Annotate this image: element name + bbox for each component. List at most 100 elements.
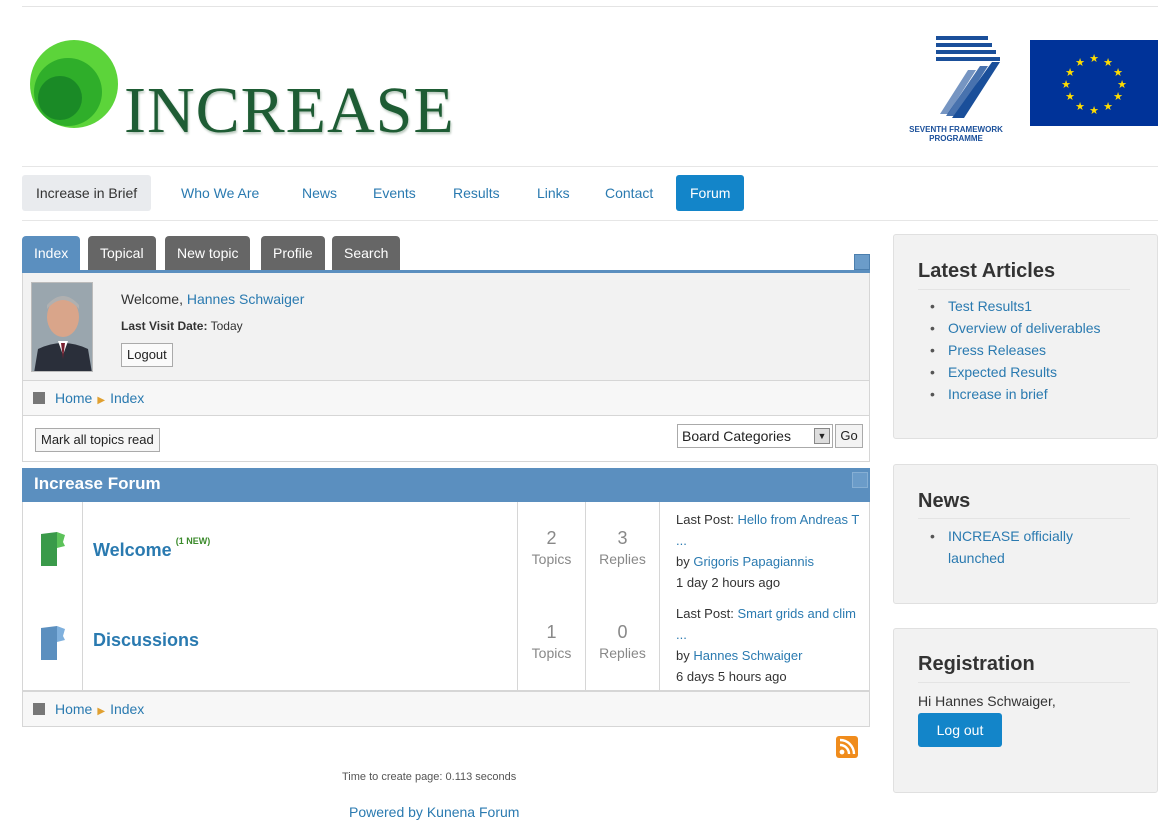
last-visit-value: Today [210, 319, 243, 333]
by-label: by [676, 554, 690, 569]
forum-folder-icon [41, 626, 65, 660]
logout-button[interactable]: Logout [121, 343, 173, 367]
svg-text:★: ★ [1113, 90, 1123, 103]
topics-label: Topics [531, 551, 572, 567]
last-post: Last Post: Hello from Andreas T ... by G… [659, 502, 870, 596]
panel-divider [918, 682, 1130, 683]
article-link[interactable]: Expected Results [930, 361, 1101, 383]
forum-tabs: Index Topical New topic Profile Search [22, 236, 870, 273]
topics-label: Topics [531, 645, 572, 661]
breadcrumb-arrow-icon: ▶ [97, 706, 106, 717]
user-avatar[interactable] [31, 282, 93, 372]
eu-flag-icon: ★ ★ ★ ★ ★ ★ ★ ★ ★ ★ ★ ★ [1030, 40, 1158, 126]
last-post-label: Last Post: [676, 606, 734, 621]
news-title: News [918, 490, 971, 512]
welcome-prefix: Welcome, [121, 291, 183, 307]
latest-articles-panel: Latest Articles Test Results1 Overview o… [893, 234, 1158, 439]
replies-number: 0 [617, 622, 628, 642]
news-link[interactable]: INCREASE officially launched [930, 525, 1130, 569]
category-collapse-icon[interactable] [852, 472, 868, 488]
mark-all-read-button[interactable]: Mark all topics read [35, 428, 160, 452]
tab-new-topic[interactable]: New topic [165, 236, 251, 270]
nav-contact[interactable]: Contact [591, 175, 667, 211]
svg-text:★: ★ [1103, 100, 1113, 113]
forum-new-folder-icon [41, 532, 65, 566]
seventh-framework-icon: SEVENTH FRAMEWORK PROGRAMME [909, 36, 1003, 143]
eu-stars-icon: ★ ★ ★ ★ ★ ★ ★ ★ ★ ★ ★ ★ [1061, 52, 1127, 117]
article-link[interactable]: Press Releases [930, 339, 1101, 361]
last-post-author[interactable]: Hannes Schwaiger [693, 648, 802, 663]
tab-topical[interactable]: Topical [88, 236, 156, 270]
dropdown-arrow-icon[interactable]: ▼ [814, 428, 830, 444]
forum-link-discussions[interactable]: Discussions [93, 630, 199, 650]
nav-increase-in-brief[interactable]: Increase in Brief [22, 175, 152, 211]
nav-links[interactable]: Links [523, 175, 584, 211]
topics-count: 1 Topics [517, 596, 585, 690]
replies-label: Replies [599, 645, 646, 661]
forum-icon-cell [23, 502, 83, 596]
svg-text:★: ★ [1089, 104, 1099, 117]
panel-divider [918, 289, 1130, 290]
last-visit: Last Visit Date: Today [121, 319, 243, 333]
breadcrumb-home[interactable]: Home [55, 701, 92, 717]
forum-row-welcome: Welcome (1 NEW) 2 Topics 3 Replies Last P… [22, 502, 870, 597]
powered-by-link[interactable]: Powered by Kunena Forum [349, 804, 519, 820]
latest-articles-title: Latest Articles [918, 260, 1056, 282]
topics-number: 1 [546, 622, 557, 642]
go-button[interactable]: Go [835, 424, 863, 448]
last-post-author[interactable]: Grigoris Papagiannis [693, 554, 814, 569]
user-profile-box: Welcome, Hannes Schwaiger Last Visit Dat… [22, 273, 870, 381]
breadcrumb-home[interactable]: Home [55, 390, 92, 406]
article-link[interactable]: Increase in brief [930, 383, 1101, 405]
svg-text:★: ★ [1103, 56, 1113, 69]
replies-count: 0 Replies [585, 596, 659, 690]
registration-greeting: Hi Hannes Schwaiger, [918, 693, 1056, 709]
news-list: INCREASE officially launched [930, 525, 1130, 569]
last-post-label: Last Post: [676, 512, 734, 527]
latest-articles-list: Test Results1 Overview of deliverables P… [930, 295, 1101, 405]
panel-divider [918, 518, 1130, 519]
category-title[interactable]: Increase Forum [34, 474, 161, 493]
nav-forum[interactable]: Forum [676, 175, 745, 211]
forum-title: Welcome (1 NEW) [93, 536, 210, 561]
breadcrumb-index[interactable]: Index [110, 390, 144, 406]
registration-title: Registration [918, 653, 1035, 675]
last-visit-label: Last Visit Date: [121, 319, 208, 333]
breadcrumb-square-icon [33, 392, 45, 404]
topics-number: 2 [546, 528, 557, 548]
tab-search[interactable]: Search [332, 236, 401, 270]
header-divider [22, 166, 1158, 167]
tab-profile[interactable]: Profile [261, 236, 325, 270]
collapse-toggle-icon[interactable] [854, 254, 870, 270]
last-post-time: 1 day 2 hours ago [676, 575, 781, 590]
svg-text:★: ★ [1061, 78, 1071, 91]
nav-who-we-are[interactable]: Who We Are [167, 175, 273, 211]
svg-text:PROGRAMME: PROGRAMME [929, 134, 983, 143]
board-categories-select[interactable]: Board Categories ▼ [677, 424, 833, 448]
article-link[interactable]: Overview of deliverables [930, 317, 1101, 339]
svg-text:★: ★ [1075, 56, 1085, 69]
forum-actions: Mark all topics read Board Categories ▼ … [22, 416, 870, 462]
breadcrumb-index[interactable]: Index [110, 701, 144, 717]
rss-icon[interactable] [836, 736, 858, 758]
sidebar-logout-button[interactable]: Log out [918, 713, 1002, 747]
board-select-value: Board Categories [682, 428, 791, 444]
nav-divider [22, 220, 1158, 221]
nav-news[interactable]: News [288, 175, 351, 211]
username-link[interactable]: Hannes Schwaiger [187, 291, 305, 307]
nav-events[interactable]: Events [359, 175, 430, 211]
forum-link-welcome[interactable]: Welcome [93, 540, 172, 560]
breadcrumb-bottom: Home ▶ Index [22, 691, 870, 727]
svg-text:SEVENTH FRAMEWORK: SEVENTH FRAMEWORK [909, 125, 1003, 134]
svg-text:★: ★ [1075, 100, 1085, 113]
nav-results[interactable]: Results [439, 175, 514, 211]
site-title: INCREASE [124, 74, 455, 147]
forum-title: Discussions [93, 630, 199, 651]
welcome-text: Welcome, Hannes Schwaiger [121, 291, 304, 307]
tab-index[interactable]: Index [22, 236, 81, 270]
fp7-logo: SEVENTH FRAMEWORK PROGRAMME [896, 36, 1016, 144]
breadcrumb-square-icon [33, 703, 45, 715]
article-link[interactable]: Test Results1 [930, 295, 1101, 317]
svg-text:★: ★ [1089, 52, 1099, 65]
category-header: Increase Forum [22, 468, 870, 502]
